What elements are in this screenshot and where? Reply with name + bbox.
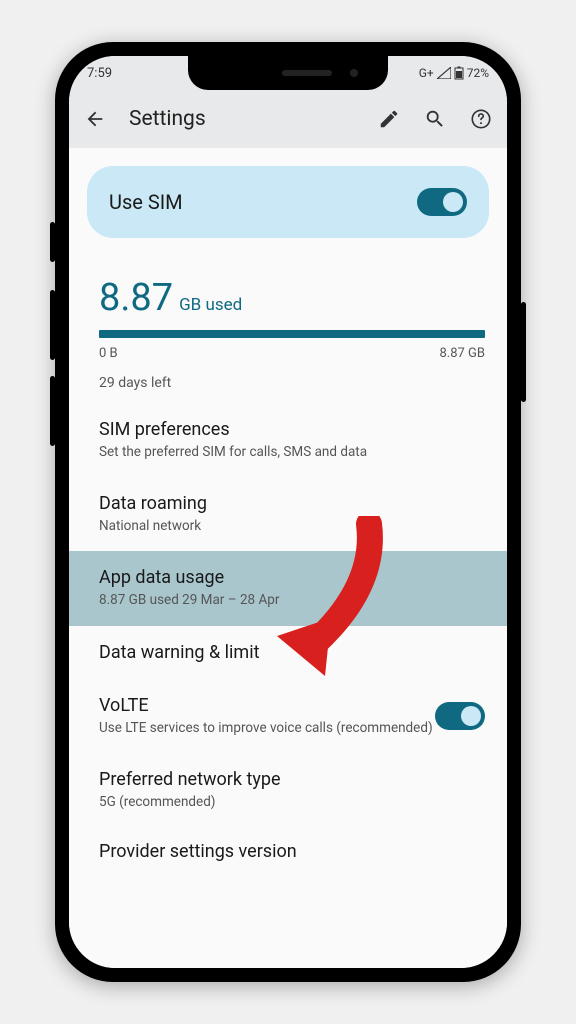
back-button[interactable]: [83, 107, 107, 131]
usage-progress-bar: [99, 330, 485, 338]
item-title: SIM preferences: [99, 419, 485, 440]
use-sim-card: Use SIM: [87, 166, 489, 238]
usage-range-end: 8.87 GB: [439, 346, 485, 361]
item-title: Provider settings version: [99, 841, 485, 862]
app-bar: Settings: [69, 90, 507, 148]
help-icon: [470, 108, 492, 130]
usage-main: 8.87 GB used: [99, 276, 485, 320]
search-button[interactable]: [423, 107, 447, 131]
item-subtitle: 5G (recommended): [99, 793, 485, 811]
notch: [188, 56, 388, 90]
usage-value: 8.87: [99, 276, 173, 320]
item-title: VoLTE: [99, 695, 435, 716]
provider-settings-item[interactable]: Provider settings version: [69, 827, 507, 862]
side-button: [50, 376, 55, 446]
arrow-back-icon: [84, 108, 106, 130]
item-title: Data roaming: [99, 493, 485, 514]
volte-item[interactable]: VoLTE Use LTE services to improve voice …: [69, 679, 507, 753]
item-subtitle: Use LTE services to improve voice calls …: [99, 719, 435, 737]
usage-unit: GB used: [179, 295, 242, 315]
item-subtitle: Set the preferred SIM for calls, SMS and…: [99, 443, 485, 461]
network-indicator: G+: [419, 66, 434, 80]
item-subtitle: National network: [99, 517, 485, 535]
side-button: [50, 222, 55, 262]
phone-frame: 7:59 G+ 72% Settings: [55, 42, 521, 982]
usage-range-start: 0 B: [99, 346, 118, 361]
toggle-knob: [443, 192, 463, 212]
usage-days-left: 29 days left: [99, 375, 485, 391]
screen: 7:59 G+ 72% Settings: [69, 56, 507, 968]
side-button: [521, 302, 526, 402]
status-time: 7:59: [87, 66, 112, 81]
volte-toggle[interactable]: [435, 702, 485, 730]
item-subtitle: 8.87 GB used 29 Mar – 28 Apr: [99, 591, 485, 609]
edit-button[interactable]: [377, 107, 401, 131]
signal-icon: [437, 67, 451, 79]
data-warning-limit-item[interactable]: Data warning & limit: [69, 626, 507, 679]
data-usage-block: 8.87 GB used 0 B 8.87 GB 29 days left: [69, 248, 507, 403]
item-title: App data usage: [99, 567, 485, 588]
toggle-knob: [461, 706, 481, 726]
item-title: Data warning & limit: [99, 642, 485, 663]
side-button: [50, 290, 55, 360]
item-title: Preferred network type: [99, 769, 485, 790]
use-sim-label: Use SIM: [109, 190, 183, 214]
sim-preferences-item[interactable]: SIM preferences Set the preferred SIM fo…: [69, 403, 507, 477]
content: Use SIM 8.87 GB used 0 B 8.87 GB 29 days…: [69, 148, 507, 968]
preferred-network-type-item[interactable]: Preferred network type 5G (recommended): [69, 753, 507, 827]
app-bar-actions: [377, 107, 493, 131]
data-roaming-item[interactable]: Data roaming National network: [69, 477, 507, 551]
status-right: G+ 72%: [419, 66, 489, 80]
use-sim-toggle[interactable]: [417, 188, 467, 216]
pencil-icon: [378, 108, 400, 130]
battery-percent: 72%: [467, 66, 489, 80]
front-camera: [350, 69, 358, 77]
battery-icon: [454, 66, 464, 80]
speaker-grille: [282, 70, 332, 76]
page-title: Settings: [129, 107, 355, 131]
help-button[interactable]: [469, 107, 493, 131]
search-icon: [424, 108, 446, 130]
usage-range: 0 B 8.87 GB: [99, 346, 485, 361]
app-data-usage-item[interactable]: App data usage 8.87 GB used 29 Mar – 28 …: [69, 551, 507, 625]
